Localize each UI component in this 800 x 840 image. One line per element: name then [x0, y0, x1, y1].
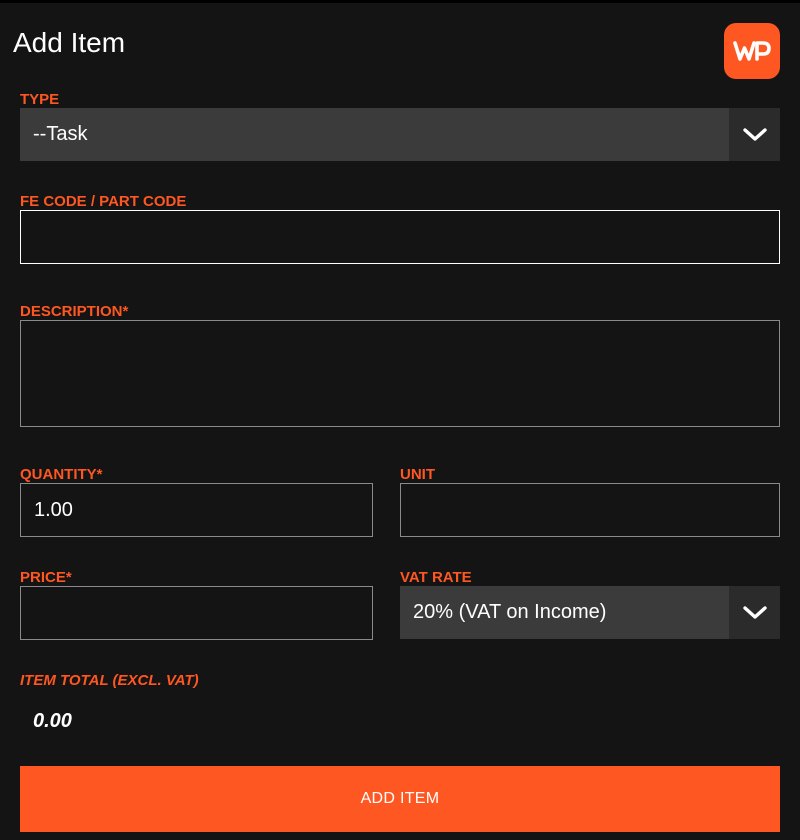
chevron-down-icon[interactable] [729, 586, 780, 639]
chevron-down-icon[interactable] [729, 108, 780, 161]
quantity-input[interactable] [20, 483, 373, 537]
vat-rate-select[interactable]: 20% (VAT on Income) [400, 586, 780, 639]
vat-rate-label: VAT RATE [400, 569, 472, 586]
description-textarea[interactable] [20, 320, 780, 427]
quantity-label: QUANTITY* [20, 466, 103, 483]
wp-logo-glyph [733, 41, 771, 61]
page-title: Add Item [13, 27, 126, 58]
chevron-down-glyph [742, 127, 767, 141]
item-total-value: 0.00 [33, 710, 72, 732]
vat-rate-select-value: 20% (VAT on Income) [413, 601, 607, 623]
description-label: DESCRIPTION* [20, 303, 129, 320]
unit-input[interactable] [400, 483, 780, 537]
price-input[interactable] [20, 586, 373, 640]
price-label: PRICE* [20, 569, 72, 586]
part-code-label: FE CODE / PART CODE [20, 193, 187, 210]
type-label: TYPE [20, 91, 60, 108]
type-select[interactable]: --Task [20, 108, 780, 161]
item-total-label: ITEM TOTAL (EXCL. VAT) [20, 672, 199, 689]
part-code-input[interactable] [20, 210, 780, 264]
add-item-screen: Add Item TYPE --Task FE CODE / PART CODE… [0, 0, 800, 840]
unit-label: UNIT [400, 466, 435, 483]
type-select-value: --Task [33, 123, 88, 145]
add-item-button[interactable]: ADD ITEM [20, 766, 780, 832]
chevron-down-glyph [742, 605, 767, 619]
wp-logo-icon[interactable] [724, 23, 780, 79]
